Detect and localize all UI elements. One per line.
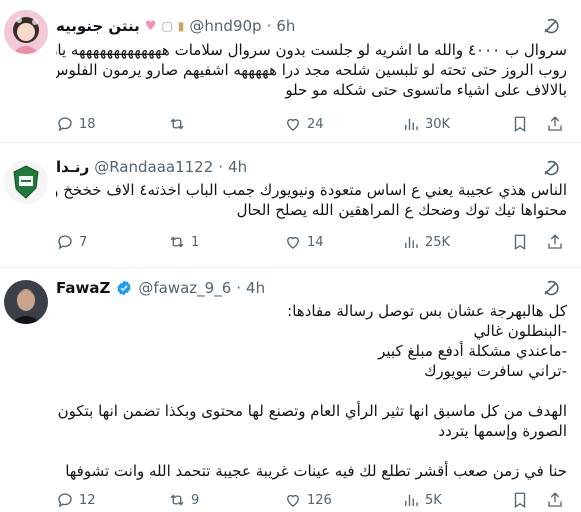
avatar[interactable] (4, 10, 48, 54)
views-count: 5K (425, 492, 442, 508)
reply-button[interactable]: 7 (56, 232, 87, 252)
avatar[interactable] (4, 160, 48, 204)
bookmark-emoji-icon: ▮ (177, 19, 185, 33)
tweet-header: رنـدا @Randaaa1122 · 4h (56, 156, 541, 178)
reply-count: 18 (79, 116, 96, 132)
tweet-line: الهدف من كل ماسبق انها تثير الرأي العام … (56, 402, 567, 420)
views-icon (405, 118, 418, 130)
share-icon (548, 234, 562, 249)
tweet-line: حنا في زمن صعب أقشر تطلع لك فيه عينات غر… (65, 462, 567, 480)
like-button[interactable]: 14 (284, 232, 324, 252)
tweet-actions: 7 1 14 25K (56, 232, 571, 252)
bookmark-icon (514, 492, 526, 509)
views-button[interactable]: 30K (402, 114, 450, 134)
timestamp[interactable]: 6h (276, 17, 295, 35)
retweet-icon (170, 494, 184, 506)
display-name[interactable]: FawaZ (56, 279, 110, 297)
retweet-icon (170, 118, 184, 130)
timestamp[interactable]: 4h (246, 279, 265, 297)
like-button[interactable]: 24 (284, 114, 324, 134)
tweet-line: -ماعندي مشكلة أدفع مبلغ كبير (378, 342, 567, 360)
tweet-line: -البنطلون غالي (473, 322, 568, 340)
tweet-text: كل هالبهرجة عشان بس توصل رسالة مفادها: -… (56, 301, 567, 481)
like-count: 24 (307, 116, 324, 132)
bookmark-icon (514, 116, 526, 133)
grok-icon[interactable] (541, 278, 561, 298)
tweet[interactable]: رنـدا @Randaaa1122 · 4h الناس هذي عجيبة … (0, 143, 581, 268)
tweet[interactable]: بنتن جنوبيه ♥ ▢ ▮ @hnd90p · 6h سروال ب ٤… (0, 0, 581, 143)
grok-icon[interactable] (541, 16, 561, 36)
timestamp[interactable]: 4h (228, 158, 247, 176)
tweet-line: محتواها تيك توك وضحك ع المراهقين الله يص… (236, 201, 567, 219)
tweet-line: سروال ب ٤٠٠٠ والله ما اشريه لو جلست بدون… (56, 41, 567, 59)
like-count: 14 (307, 234, 324, 250)
tweet-line (56, 441, 567, 461)
separator-dot: · (266, 17, 272, 35)
tweet-line: روب الروز حتى تحته لو تلبسين شلحه مجد در… (56, 61, 567, 79)
tweet-text: الناس هذي عجيبة يعني ع اساس متعودة ونيوي… (56, 180, 567, 220)
display-name[interactable]: بنتن جنوبيه (56, 17, 140, 35)
heart-hands-emoji-icon: ♥ (144, 18, 157, 34)
views-count: 25K (425, 234, 451, 250)
tweet-actions: 18 24 30K (56, 114, 571, 134)
views-button[interactable]: 25K (402, 232, 450, 252)
reply-icon (58, 493, 72, 508)
tweet-line: الصورة وإسمها يتردد (438, 422, 567, 440)
reply-button[interactable]: 12 (56, 490, 96, 510)
tweet-line: بالالاف على اشياء ماتسوى حتى شكله مو حلو (285, 81, 567, 99)
views-icon (405, 494, 418, 506)
tweet-header: FawaZ @fawaz_9_6 · 4h (56, 277, 541, 299)
bookmark-button[interactable] (511, 114, 529, 134)
separator-dot: · (218, 158, 224, 176)
tweet-actions: 12 9 126 5K (56, 490, 571, 510)
views-icon (405, 236, 418, 248)
retweet-button[interactable] (168, 114, 191, 134)
views-count: 30K (425, 116, 451, 132)
retweet-count: 9 (191, 492, 200, 508)
tweet[interactable]: FawaZ @fawaz_9_6 · 4h كل هالبهرجة عشان ب… (0, 268, 581, 512)
views-button[interactable]: 5K (402, 490, 442, 510)
tweet-line: الناس هذي عجيبة يعني ع اساس متعودة ونيوي… (56, 181, 567, 199)
bookmark-button[interactable] (511, 232, 529, 252)
tweet-line: -تراني سافرت نيويورك (424, 362, 567, 380)
like-icon (287, 236, 299, 249)
avatar[interactable] (4, 280, 48, 324)
bookmark-icon (514, 234, 526, 251)
tweet-text: سروال ب ٤٠٠٠ والله ما اشريه لو جلست بدون… (56, 40, 567, 100)
handle[interactable]: @Randaaa1122 (94, 158, 213, 176)
verified-badge-icon (117, 280, 131, 296)
retweet-icon (170, 236, 184, 248)
reply-count: 7 (79, 234, 88, 250)
retweet-button[interactable]: 9 (168, 490, 199, 510)
share-button[interactable] (546, 490, 564, 510)
like-icon (287, 118, 299, 131)
share-button[interactable] (546, 114, 564, 134)
like-count: 126 (307, 492, 332, 508)
tweet-line (56, 381, 567, 401)
display-name[interactable]: رنـدا (56, 158, 89, 176)
bookmark-button[interactable] (511, 490, 529, 510)
like-button[interactable]: 126 (284, 490, 332, 510)
separator-dot: · (236, 279, 242, 297)
reply-button[interactable]: 18 (56, 114, 96, 134)
reply-count: 12 (79, 492, 96, 508)
reply-icon (58, 235, 72, 250)
share-button[interactable] (546, 232, 564, 252)
retweet-button[interactable]: 1 (168, 232, 199, 252)
handle[interactable]: @hnd90p (189, 17, 261, 35)
like-icon (287, 494, 299, 507)
share-icon (548, 116, 562, 131)
handle[interactable]: @fawaz_9_6 (138, 279, 231, 297)
lock-icon: ▢ (161, 19, 173, 33)
retweet-count: 1 (191, 234, 200, 250)
tweet-header: بنتن جنوبيه ♥ ▢ ▮ @hnd90p · 6h (56, 15, 541, 37)
tweet-line: كل هالبهرجة عشان بس توصل رسالة مفادها: (287, 302, 567, 320)
share-icon (548, 492, 562, 507)
reply-icon (58, 117, 72, 132)
grok-icon[interactable] (541, 158, 561, 178)
